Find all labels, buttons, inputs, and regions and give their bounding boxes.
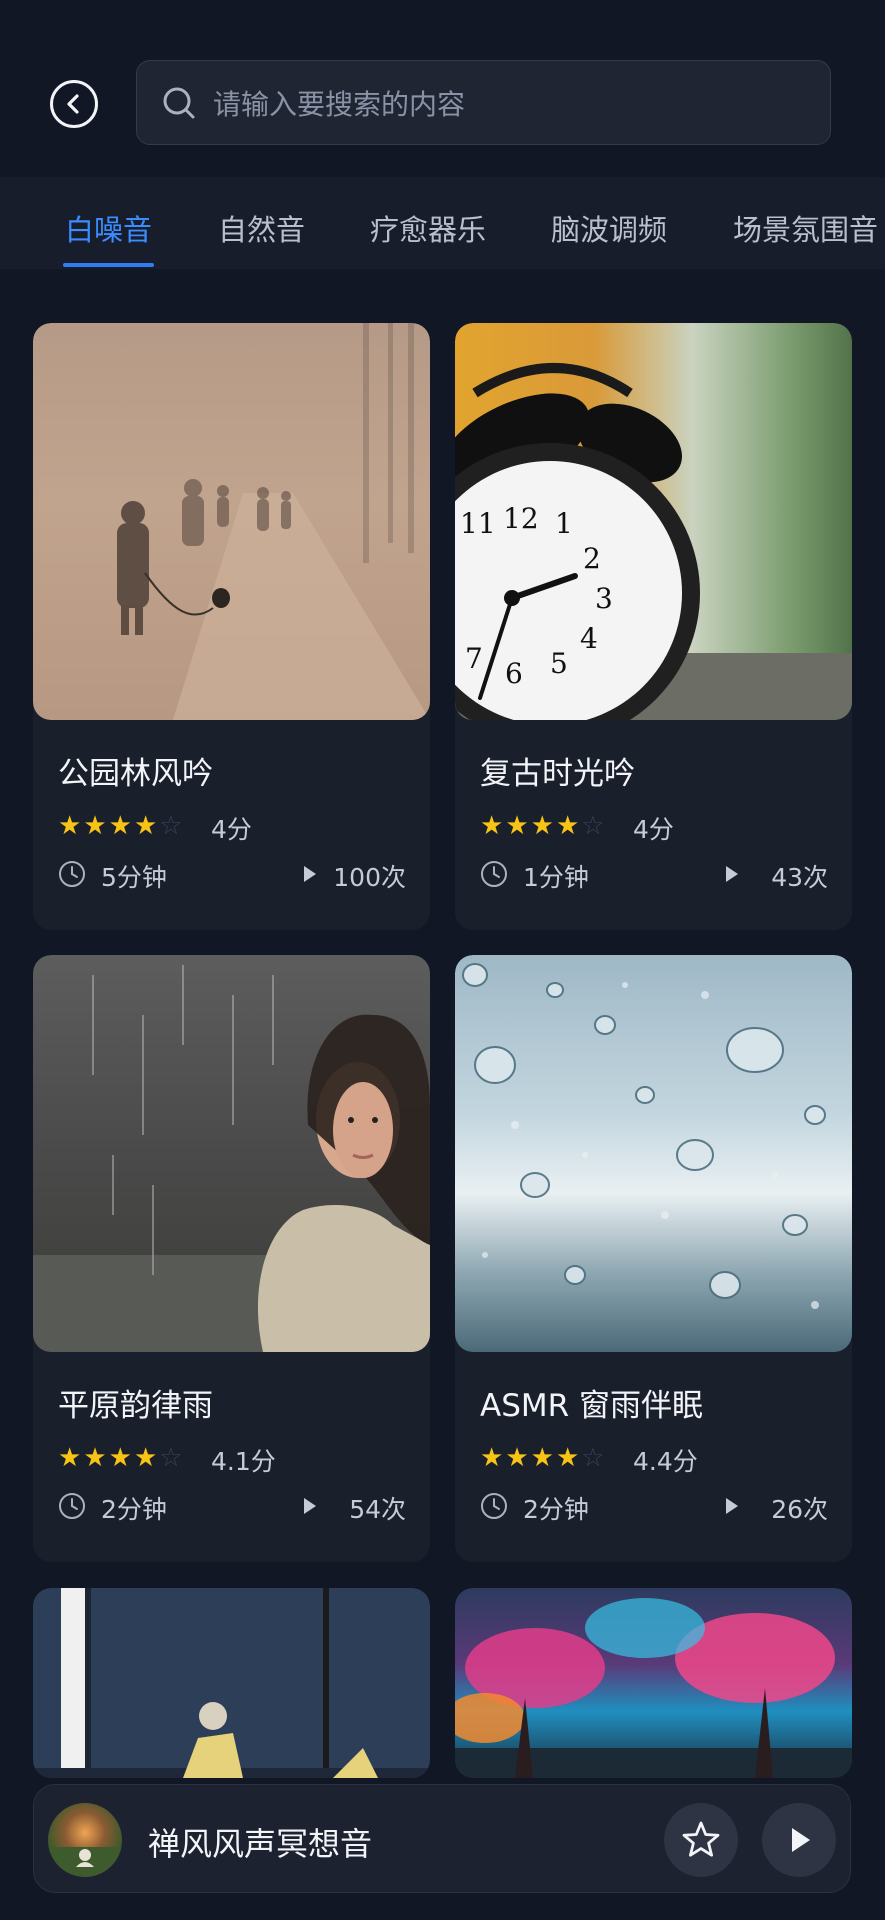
header: [0, 0, 885, 176]
sound-card[interactable]: [455, 1588, 852, 1778]
star-filled-icon: ★: [505, 1443, 529, 1473]
star-filled-icon: ★: [505, 811, 529, 841]
now-playing-cover: [48, 1803, 122, 1877]
star-filled-icon: ★: [480, 1443, 504, 1473]
sound-card[interactable]: 平原韵律雨 ★★★★☆ 4.1分 2分钟 54次: [33, 955, 430, 1562]
star-filled-icon: ★: [58, 811, 82, 841]
star-empty-icon: ☆: [159, 1443, 183, 1473]
star-filled-icon: ★: [108, 811, 132, 841]
search-icon: [163, 87, 195, 119]
play-count-icon: [726, 866, 738, 882]
card-thumbnail: [455, 955, 852, 1352]
rating-score: 4.1分: [211, 1447, 276, 1476]
favorite-button[interactable]: [664, 1803, 738, 1877]
sound-card[interactable]: 公园林风吟 ★★★★☆ 4分 5分钟 100次: [33, 323, 430, 930]
play-count: 54次: [349, 1495, 406, 1524]
clock-icon: [481, 1493, 507, 1519]
star-filled-icon: ★: [530, 1443, 554, 1473]
mini-player[interactable]: 禅风风声冥想音: [33, 1784, 851, 1893]
star-empty-icon: ☆: [159, 811, 183, 841]
star-empty-icon: ☆: [581, 1443, 605, 1473]
back-button[interactable]: [50, 80, 98, 128]
star-filled-icon: ★: [530, 811, 554, 841]
star-filled-icon: ★: [108, 1443, 132, 1473]
card-thumbnail: [33, 955, 430, 1352]
clock-icon: [59, 861, 85, 887]
tab-nature-sounds[interactable]: 自然音: [218, 207, 305, 249]
card-title: 平原韵律雨: [58, 1388, 213, 1424]
star-filled-icon: ★: [555, 1443, 580, 1473]
star-filled-icon: ★: [480, 811, 504, 841]
star-filled-icon: ★: [83, 811, 107, 841]
svg-text:7: 7: [465, 642, 483, 675]
rating-stars: ★★★★☆: [480, 1443, 607, 1473]
rating-stars: ★★★★☆: [58, 1443, 185, 1473]
rating-stars: ★★★★☆: [480, 811, 607, 841]
play-count-icon: [304, 866, 316, 882]
tab-healing-music[interactable]: 疗愈器乐: [370, 207, 486, 249]
svg-text:3: 3: [595, 582, 613, 615]
tab-brainwave[interactable]: 脑波调频: [551, 207, 667, 249]
duration: 2分钟: [523, 1495, 589, 1524]
clock-icon: [59, 1493, 85, 1519]
category-tabs: 白噪音 自然音 疗愈器乐 脑波调频 场景氛围音: [0, 177, 885, 269]
search-input[interactable]: [211, 79, 805, 129]
rating-score: 4.4分: [633, 1447, 698, 1476]
rating-stars: ★★★★☆: [58, 811, 185, 841]
tab-white-noise[interactable]: 白噪音: [65, 207, 152, 249]
svg-text:11: 11: [460, 507, 496, 540]
chevron-left-icon: [67, 94, 79, 114]
svg-text:12: 12: [503, 502, 539, 535]
svg-text:4: 4: [580, 622, 598, 655]
star-filled-icon: ★: [133, 811, 158, 841]
rating-score: 4分: [633, 815, 674, 844]
active-tab-indicator: [63, 263, 154, 267]
sound-card[interactable]: [33, 1588, 430, 1778]
play-count-icon: [726, 1498, 738, 1514]
star-filled-icon: ★: [133, 1443, 158, 1473]
svg-text:5: 5: [550, 647, 568, 680]
rating-score: 4分: [211, 815, 252, 844]
sound-card[interactable]: ASMR 窗雨伴眠 ★★★★☆ 4.4分 2分钟 26次: [455, 955, 852, 1562]
play-count: 100次: [333, 863, 406, 892]
card-thumbnail: [33, 323, 430, 720]
play-count: 26次: [771, 1495, 828, 1524]
search-bar[interactable]: [136, 60, 831, 145]
card-title: 公园林风吟: [58, 756, 213, 792]
svg-text:6: 6: [505, 657, 523, 690]
now-playing-title: 禅风风声冥想音: [148, 1825, 373, 1863]
star-filled-icon: ★: [83, 1443, 107, 1473]
play-icon: [792, 1828, 810, 1852]
play-count-icon: [304, 1498, 316, 1514]
tab-ambient-scenes[interactable]: 场景氛围音: [733, 207, 878, 249]
star-filled-icon: ★: [58, 1443, 82, 1473]
star-filled-icon: ★: [555, 811, 580, 841]
star-outline-icon: [682, 1821, 720, 1857]
card-title: 复古时光吟: [480, 756, 635, 792]
card-thumbnail: 12 1 2 3 45 6 7 11: [455, 323, 852, 720]
card-thumbnail: [33, 1588, 430, 1778]
star-empty-icon: ☆: [581, 811, 605, 841]
duration: 1分钟: [523, 863, 589, 892]
sound-card[interactable]: 12 1 2 345 6 7 11 复古时光吟 ★★★★☆ 4分 1分钟 43次: [455, 323, 852, 930]
card-title: ASMR 窗雨伴眠: [480, 1388, 704, 1424]
duration: 2分钟: [101, 1495, 167, 1524]
svg-text:1: 1: [555, 507, 573, 540]
svg-text:2: 2: [583, 542, 601, 575]
duration: 5分钟: [101, 863, 167, 892]
card-thumbnail: [455, 1588, 852, 1778]
clock-icon: [481, 861, 507, 887]
play-count: 43次: [771, 863, 828, 892]
play-button[interactable]: [762, 1803, 836, 1877]
